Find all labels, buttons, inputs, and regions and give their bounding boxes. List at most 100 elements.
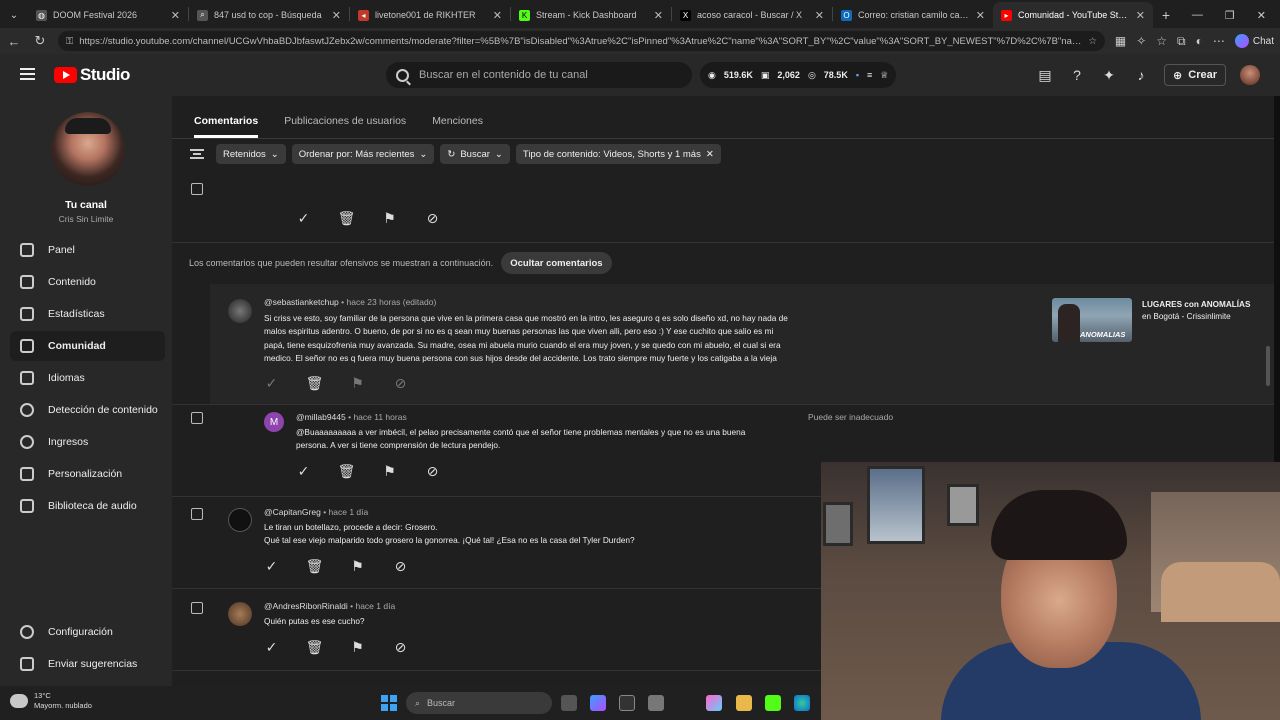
- copilot-chat-button[interactable]: Chat: [1234, 34, 1274, 48]
- ban-user-icon[interactable]: ⊘: [423, 462, 442, 481]
- close-tab-icon[interactable]: ✕: [815, 9, 824, 22]
- delete-icon[interactable]: 🗑: [305, 557, 324, 576]
- approve-icon[interactable]: ✓: [262, 557, 281, 576]
- report-flag-icon[interactable]: ⚑: [348, 638, 367, 657]
- help-icon[interactable]: ?: [1068, 66, 1086, 84]
- weather-widget[interactable]: 13°C Mayorm. nublado: [10, 691, 92, 711]
- channel-stats-bar[interactable]: ◉ 519.6K ▣ 2,062 ◎ 78.5K ▪ ≡ ♕: [700, 62, 896, 88]
- comment-checkbox[interactable]: [191, 412, 203, 424]
- browser-tab[interactable]: ◂ livetone001 de RIKHTER ✕: [350, 2, 510, 28]
- hide-comments-button[interactable]: Ocultar comentarios: [501, 252, 612, 274]
- report-flag-icon[interactable]: ⚑: [348, 374, 367, 393]
- delete-icon[interactable]: 🗑: [305, 638, 324, 657]
- collections-icon[interactable]: ⧉: [1177, 34, 1186, 49]
- studio-logo[interactable]: Studio: [54, 65, 130, 85]
- sidebar-item-comunidad[interactable]: Comunidad: [10, 331, 165, 361]
- ban-user-icon[interactable]: ⊘: [423, 209, 442, 228]
- reload-icon[interactable]: ↻: [32, 33, 48, 49]
- approve-icon[interactable]: ✓: [262, 638, 281, 657]
- ban-user-icon[interactable]: ⊘: [391, 374, 410, 393]
- account-avatar[interactable]: [1240, 65, 1260, 85]
- report-flag-icon[interactable]: ⚑: [380, 209, 399, 228]
- sidebar-item-estadisticas[interactable]: Estadísticas: [10, 299, 165, 329]
- taskbar-search[interactable]: ⌕ Buscar: [406, 692, 552, 714]
- browser-tab[interactable]: ◍ DOOM Festival 2026 ✕: [28, 2, 188, 28]
- close-tab-icon[interactable]: ✕: [171, 9, 180, 22]
- select-all-checkbox[interactable]: [191, 183, 203, 195]
- sidebar-item-biblioteca-audio[interactable]: Biblioteca de audio: [10, 491, 165, 521]
- approve-icon[interactable]: ✓: [294, 209, 313, 228]
- video-thumbnail[interactable]: ANOMALIAS: [1052, 298, 1132, 342]
- close-tab-icon[interactable]: ✕: [1136, 9, 1145, 22]
- browser-tab[interactable]: ⌕ 847 usd to cop - Búsqueda ✕: [189, 2, 349, 28]
- sidebar-item-panel[interactable]: Panel: [10, 235, 165, 265]
- comment-author[interactable]: @sebastianketchup: [264, 297, 339, 307]
- photos-icon[interactable]: [706, 695, 722, 711]
- kick-app-icon[interactable]: [765, 695, 781, 711]
- delete-icon[interactable]: 🗑: [305, 374, 324, 393]
- filter-icon[interactable]: [190, 149, 204, 159]
- maximize-icon[interactable]: ❐: [1225, 9, 1235, 22]
- report-flag-icon[interactable]: ⚑: [380, 462, 399, 481]
- commenter-avatar[interactable]: [228, 299, 252, 323]
- profile-icon[interactable]: ◐: [1196, 34, 1203, 48]
- sidebar-item-sugerencias[interactable]: Enviar sugerencias: [10, 649, 165, 679]
- close-tab-icon[interactable]: ✕: [493, 9, 502, 22]
- comment-author[interactable]: @millab9445: [296, 412, 346, 422]
- approve-icon[interactable]: ✓: [262, 374, 281, 393]
- comment-author[interactable]: @AndresRibonRinaldi: [264, 601, 348, 611]
- minimize-icon[interactable]: —: [1192, 9, 1203, 21]
- new-tab-icon[interactable]: +: [1153, 2, 1179, 28]
- close-window-icon[interactable]: ✕: [1257, 9, 1266, 22]
- scrollbar[interactable]: [1266, 346, 1270, 386]
- approve-icon[interactable]: ✓: [294, 462, 313, 481]
- tab-comentarios[interactable]: Comentarios: [194, 115, 259, 138]
- close-tab-icon[interactable]: ✕: [332, 9, 341, 22]
- remove-filter-icon[interactable]: ✕: [706, 149, 714, 160]
- browser-tab[interactable]: Xacoso caracol - Buscar / X ✕: [672, 2, 832, 28]
- status-filter-chip[interactable]: Retenidos ⌄: [216, 144, 286, 164]
- settings-app-icon[interactable]: [648, 695, 664, 711]
- content-type-chip[interactable]: Tipo de contenido: Videos, Shorts y 1 má…: [515, 144, 721, 164]
- sidebar-item-personalizacion[interactable]: Personalización: [10, 459, 165, 489]
- browser-tab[interactable]: K Stream - Kick Dashboard ✕: [511, 2, 671, 28]
- tab-menciones[interactable]: Menciones: [432, 115, 483, 127]
- commenter-avatar[interactable]: [228, 602, 252, 626]
- task-view-icon[interactable]: [561, 695, 577, 711]
- search-filter-chip[interactable]: ↻ Buscar ⌄: [440, 144, 510, 164]
- app-icon[interactable]: [619, 695, 635, 711]
- ban-user-icon[interactable]: ⊘: [391, 557, 410, 576]
- menu-icon[interactable]: [20, 68, 35, 80]
- back-icon[interactable]: ←: [6, 34, 22, 49]
- sort-filter-chip[interactable]: Ordenar por: Más recientes ⌄: [291, 144, 435, 164]
- delete-icon[interactable]: 🗑: [337, 209, 356, 228]
- delete-icon[interactable]: 🗑: [337, 462, 356, 481]
- close-tab-icon[interactable]: ✕: [654, 9, 663, 22]
- extensions-icon[interactable]: ✧: [1136, 34, 1146, 48]
- file-explorer-icon[interactable]: [736, 695, 752, 711]
- subtitles-icon[interactable]: ▤: [1036, 66, 1054, 84]
- url-field[interactable]: ⚿ https://studio.youtube.com/channel/UCG…: [58, 31, 1105, 51]
- commenter-avatar[interactable]: M: [264, 412, 284, 432]
- sidebar-item-contenido[interactable]: Contenido: [10, 267, 165, 297]
- tab-menu-icon[interactable]: ⌄: [0, 2, 28, 28]
- close-tab-icon[interactable]: ✕: [976, 9, 985, 22]
- browser-tab[interactable]: OCorreo: cristian camilo castro soto✕: [833, 2, 993, 28]
- notifications-icon[interactable]: ♪: [1132, 66, 1150, 84]
- comment-checkbox[interactable]: [191, 508, 203, 520]
- sidebar-item-deteccion[interactable]: Detección de contenido: [10, 395, 165, 425]
- more-icon[interactable]: ⋯: [1213, 34, 1225, 48]
- start-button[interactable]: [381, 695, 397, 711]
- favorites-icon[interactable]: ☆: [1156, 34, 1167, 48]
- favorite-star-icon[interactable]: ☆: [1088, 36, 1097, 47]
- channel-avatar[interactable]: [51, 112, 125, 186]
- sidebar-item-ingresos[interactable]: Ingresos: [10, 427, 165, 457]
- extensions-grid-icon[interactable]: ▦: [1115, 34, 1126, 48]
- video-title[interactable]: LUGARES con ANOMALÍAS en Bogotá - Crissin…: [1142, 299, 1262, 323]
- site-info-icon[interactable]: ⚿: [66, 36, 73, 47]
- create-button[interactable]: ⊕ Crear: [1164, 64, 1226, 86]
- sidebar-item-configuracion[interactable]: Configuración: [10, 617, 165, 647]
- comment-author[interactable]: @CapitanGreg: [264, 507, 321, 517]
- browser-tab-active[interactable]: ▸ Comunidad - YouTube Studio ✕: [993, 2, 1153, 28]
- channel-search-input[interactable]: Buscar en el contenido de tu canal: [386, 62, 692, 88]
